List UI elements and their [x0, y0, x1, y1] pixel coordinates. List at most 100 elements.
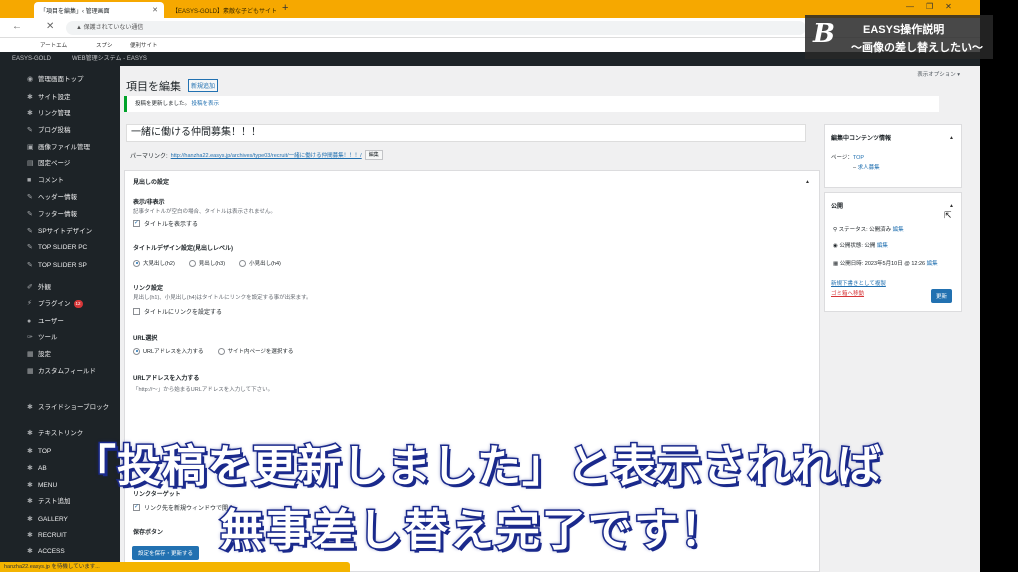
sidebar-item-blog[interactable]: ✎ ブログ投稿: [27, 127, 118, 135]
sidebar-item-appearance[interactable]: ✐ 外観: [27, 284, 118, 292]
brand-subtitle: 〜画像の差し替えしたい〜: [851, 42, 983, 54]
sidebar-item-access[interactable]: ✱ ACCESS: [27, 548, 118, 556]
sidebar-item-footer[interactable]: ✎ フッター情報: [27, 211, 118, 219]
checkbox-label: タイトルにリンクを設定する: [144, 310, 223, 316]
permalink-url[interactable]: http://hanzha22.easys.jp/archives/type03…: [171, 151, 362, 159]
sidebar-item-comments[interactable]: ■ コメント: [27, 177, 118, 185]
calendar-icon: ▦: [833, 261, 840, 267]
close-window-icon[interactable]: ✕: [945, 2, 952, 11]
radio-label: サイト内ページを選択する: [227, 349, 294, 355]
comment-icon: ■: [27, 177, 32, 184]
stop-icon[interactable]: ✕: [46, 21, 54, 32]
pin-icon: ✎: [27, 244, 33, 251]
bookmark-item[interactable]: 便利サイト: [130, 41, 158, 49]
admin-sidebar: ◉ 管理画面トップ ✱ サイト設定 ✱ リンク管理 ✎ ブログ投稿 ▣ 画像ファイル管理 …: [0, 66, 120, 572]
sidebar-item-dashboard[interactable]: ◉ 管理画面トップ: [27, 76, 118, 84]
url-input[interactable]: ▲ 保護されていない通信: [66, 21, 806, 35]
collapse-arrow-icon[interactable]: ▲: [949, 135, 954, 141]
radio-url-input[interactable]: [133, 347, 140, 355]
sidebar-item-pages[interactable]: ▤ 固定ページ: [27, 160, 118, 168]
date-edit-link[interactable]: 編集: [927, 261, 938, 267]
sidebar-item-header[interactable]: ✎ ヘッダー情報: [27, 194, 118, 202]
permalink-label: パーマリンク:: [130, 153, 168, 160]
trash-link[interactable]: ゴミ箱へ移動: [831, 289, 864, 297]
collapse-arrow-icon[interactable]: ▲: [949, 203, 954, 209]
sidebar-item-settings[interactable]: ▦ 設定: [27, 351, 118, 359]
radio-h3[interactable]: [188, 259, 196, 267]
pin-icon: ✎: [27, 228, 33, 235]
sidebar-item-media[interactable]: ▣ 画像ファイル管理: [27, 144, 118, 152]
sidebar-item-links[interactable]: ✱ リンク管理: [27, 110, 118, 118]
gear-icon: ✱: [27, 430, 33, 437]
checkbox-label: タイトルを表示する: [144, 222, 199, 228]
sidebar-item-test[interactable]: ✱ テスト追加: [27, 498, 118, 506]
child-page-link[interactable]: 求人募集: [858, 165, 880, 171]
status-edit-link[interactable]: 編集: [893, 227, 904, 233]
screen-options-button[interactable]: 表示オプション ▾: [917, 70, 960, 78]
sidebar-item-custom-fields[interactable]: ▦ カスタムフィールド: [27, 368, 118, 376]
radio-h2[interactable]: [133, 259, 140, 267]
gear-icon: ✱: [27, 465, 33, 472]
update-button[interactable]: 更新: [931, 289, 953, 303]
back-icon[interactable]: ←: [12, 21, 22, 32]
target-checkbox[interactable]: ✓ リンク先を新規ウィンドウで開く: [133, 503, 234, 512]
sidebar-item-gallery[interactable]: ✱ GALLERY: [27, 516, 118, 524]
view-post-link[interactable]: 投稿を表示: [192, 101, 220, 107]
maximize-icon[interactable]: ❐: [926, 2, 933, 11]
bookmark-item[interactable]: アートエム: [40, 41, 67, 49]
sidebar-item-slider-sp[interactable]: ✎ TOP SLIDER SP: [27, 262, 118, 270]
sidebar-item-site-settings[interactable]: ✱ サイト設定: [27, 94, 118, 102]
publish-heading: 公開: [831, 204, 844, 210]
gear-icon: ✱: [27, 482, 33, 489]
checkmark-icon: ✓: [133, 504, 140, 511]
bookmark-item[interactable]: スプシ: [96, 41, 113, 49]
tab-title: 「項目を編集」‹ 管理画面: [40, 8, 110, 15]
url-select-label: URL選択: [133, 336, 158, 342]
metabox-heading: 見出しの設定: [133, 180, 170, 186]
show-label: 表示/非表示: [133, 200, 165, 206]
save-settings-button[interactable]: 設定を保存・更新する: [132, 546, 200, 560]
design-label: タイトルデザイン設定(見出しレベル): [133, 246, 233, 252]
radio-site-page[interactable]: [217, 347, 225, 355]
sidebar-item-plugins[interactable]: ⚡ プラグイン 12: [27, 300, 118, 309]
url-text: 保護されていない通信: [83, 25, 144, 31]
close-icon[interactable]: ✕: [152, 6, 158, 14]
collapse-arrow-icon[interactable]: ▲: [805, 179, 810, 185]
checkbox-box: [133, 308, 140, 315]
sidebar-item-sp-design[interactable]: ✎ SPサイトデザイン: [27, 228, 118, 236]
sidebar-item-recruit[interactable]: ✱ RECRUIT: [27, 532, 118, 540]
brand-overlay: B EASYS操作説明 〜画像の差し替えしたい〜: [805, 15, 993, 59]
gear-icon: ✱: [27, 404, 33, 411]
title-link-checkbox[interactable]: タイトルにリンクを設定する: [133, 307, 222, 316]
url-input-label: URLアドレスを入力する: [133, 376, 200, 382]
adminbar-site[interactable]: EASYS-GOLD: [12, 52, 51, 66]
show-title-checkbox[interactable]: ✓ タイトルを表示する: [133, 219, 198, 228]
url-input-desc: 「http://～」から始まるURLアドレスを入力して下さい。: [133, 387, 274, 393]
update-count-badge: 12: [73, 300, 83, 308]
browser-tab-active[interactable]: 「項目を編集」‹ 管理画面 ✕: [34, 2, 164, 18]
plugin-icon: ⚡: [27, 300, 32, 307]
sidebar-item-tools[interactable]: ✑ ツール: [27, 334, 118, 342]
add-new-button[interactable]: 新規追加: [188, 79, 219, 92]
minimize-icon[interactable]: —: [906, 2, 914, 11]
caption-line-1: 「投稿を更新しました」と表示されれば: [71, 440, 883, 494]
browser-tab[interactable]: 【EASYS-GOLD】素敵な子どもサイト✕: [166, 2, 276, 18]
permalink-edit-button[interactable]: 編集: [364, 150, 383, 160]
post-title-input[interactable]: 一緒に働ける仲間募集！！！: [126, 124, 806, 142]
sidebar-item-users[interactable]: ● ユーザー: [27, 318, 118, 326]
duplicate-draft-link[interactable]: 新規下書きとして複製: [831, 279, 886, 287]
pin-icon: ✎: [27, 127, 33, 134]
pin-icon: ✎: [27, 211, 33, 218]
child-page-info: – 求人募集: [853, 165, 880, 171]
page-link[interactable]: TOP: [853, 155, 864, 161]
sidebar-item-slider-pc[interactable]: ✎ TOP SLIDER PC: [27, 244, 118, 252]
visibility-edit-link[interactable]: 編集: [877, 243, 888, 249]
new-tab-button[interactable]: +: [282, 2, 288, 14]
update-notice: 投稿を更新しました。 投稿を表示: [124, 96, 939, 112]
sidebar-item-slideshow[interactable]: ✱ スライドショーブロック: [27, 404, 118, 412]
adminbar-system[interactable]: WEB管理システム - EASYS: [72, 52, 147, 66]
radio-h4[interactable]: [239, 259, 247, 267]
media-icon: ▣: [27, 144, 34, 151]
gear-icon: ✱: [27, 110, 33, 117]
radio-label: 見出し(h3): [198, 261, 226, 267]
